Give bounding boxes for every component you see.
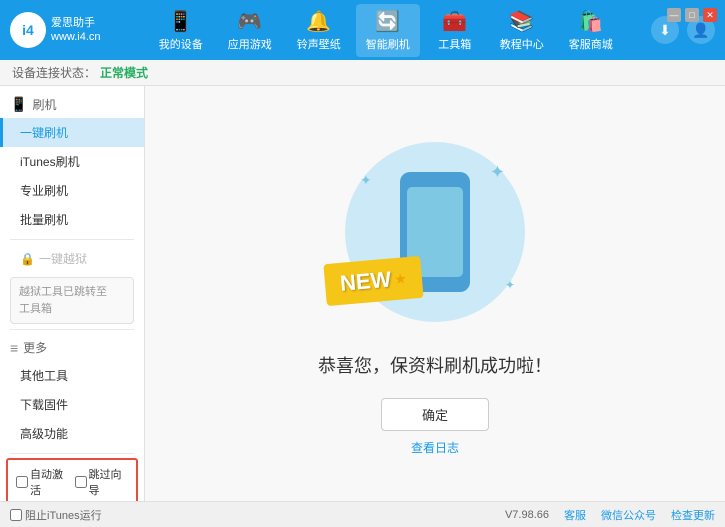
sidebar-divider-3: [10, 453, 134, 454]
lock-icon: 🔒: [20, 252, 35, 266]
check-update-link[interactable]: 检查更新: [671, 507, 715, 523]
sidebar-section-escape: 🔒 一键越狱 越狱工具已跳转至 工具箱: [0, 244, 144, 324]
nav-ringtone[interactable]: 🔔 铃声壁纸: [287, 4, 351, 57]
sidebar-item-itunes-flash[interactable]: iTunes刷机: [0, 147, 144, 176]
nav-service[interactable]: 🛍️ 客服商城: [559, 4, 623, 57]
sidebar: 📱 刷机 一键刷机 iTunes刷机 专业刷机 批量刷机 🔒 一键越狱: [0, 86, 145, 501]
nav-toolbox[interactable]: 🧰 工具箱: [425, 4, 485, 57]
star-left-icon: ✦: [360, 172, 372, 189]
star-right-icon: ✦: [490, 162, 505, 183]
log-link[interactable]: 查看日志: [411, 439, 459, 456]
app-header: i4 爱思助手 www.i4.cn 📱 我的设备 🎮 应用游戏 🔔 铃声壁纸 🔄…: [0, 0, 725, 60]
main-content: ✦ ✦ ✦ NEW ★ 恭喜您，保资料刷机成功啦！ 确定 查看日志: [145, 86, 725, 501]
success-message: 恭喜您，保资料刷机成功啦！: [318, 352, 552, 378]
sidebar-item-batch-flash[interactable]: 批量刷机: [0, 205, 144, 234]
app-logo: i4 爱思助手 www.i4.cn: [10, 12, 101, 48]
section-flash-icon: 📱: [10, 96, 27, 113]
ringtone-icon: 🔔: [306, 9, 331, 34]
device-panel: 自动激活 跳过向导 📱 iPhone 15 Pro Max 512GB iPho…: [6, 458, 138, 501]
auto-activate-checkbox[interactable]: [16, 476, 28, 488]
sub-header: 设备连接状态： 正常模式: [0, 60, 725, 86]
section-more-icon: ≡: [10, 340, 18, 356]
quick-guide-checkbox[interactable]: [75, 476, 87, 488]
flash-icon: 🔄: [375, 9, 400, 34]
wechat-link[interactable]: 微信公众号: [601, 507, 656, 523]
sidebar-section-more-header: ≡ 更多: [0, 334, 144, 361]
close-button[interactable]: ✕: [703, 8, 717, 22]
star-bottom-icon: ✦: [505, 278, 515, 292]
sidebar-section-flash: 📱 刷机 一键刷机 iTunes刷机 专业刷机 批量刷机: [0, 91, 144, 234]
sidebar-item-one-click-flash[interactable]: 一键刷机: [0, 118, 144, 147]
main-nav: 📱 我的设备 🎮 应用游戏 🔔 铃声壁纸 🔄 智能刷机 🧰 工具箱 📚 教程中心…: [121, 4, 651, 57]
nav-tutorial[interactable]: 📚 教程中心: [490, 4, 554, 57]
badge-star-icon: ★: [394, 269, 408, 287]
bottom-bar-right: V7.98.66 客服 微信公众号 检查更新: [505, 507, 715, 523]
logo-circle: i4: [10, 12, 46, 48]
sidebar-divider-2: [10, 329, 134, 330]
service-icon: 🛍️: [578, 9, 603, 34]
sidebar-item-advanced[interactable]: 高级功能: [0, 419, 144, 448]
nav-app-games[interactable]: 🎮 应用游戏: [218, 4, 282, 57]
logo-text: 爱思助手 www.i4.cn: [51, 16, 101, 45]
maximize-button[interactable]: □: [685, 8, 699, 22]
tutorial-icon: 📚: [509, 9, 534, 34]
auto-options: 自动激活 跳过向导: [16, 466, 128, 498]
sidebar-item-pro-flash[interactable]: 专业刷机: [0, 176, 144, 205]
phone-illustration: ✦ ✦ ✦ NEW ★: [335, 132, 535, 332]
sidebar-divider-1: [10, 239, 134, 240]
escape-disabled-notice: 越狱工具已跳转至 工具箱: [10, 277, 134, 324]
toolbox-icon: 🧰: [442, 9, 467, 34]
sidebar-item-other-tools[interactable]: 其他工具: [0, 361, 144, 390]
nav-smart-flash[interactable]: 🔄 智能刷机: [356, 4, 420, 57]
sidebar-section-flash-header: 📱 刷机: [0, 91, 144, 118]
device-icon: 📱: [168, 9, 193, 34]
itunes-label[interactable]: 阻止iTunes运行: [10, 507, 102, 523]
auto-activate-option[interactable]: 自动激活: [16, 466, 70, 498]
new-badge: NEW ★: [323, 255, 423, 305]
bottom-bar: 阻止iTunes运行 V7.98.66 客服 微信公众号 检查更新: [0, 501, 725, 527]
phone-bg-circle: ✦ ✦ ✦ NEW ★: [345, 142, 525, 322]
sidebar-section-more: ≡ 更多 其他工具 下载固件 高级功能: [0, 334, 144, 448]
bottom-bar-left: 阻止iTunes运行: [10, 507, 102, 523]
quick-guide-option[interactable]: 跳过向导: [75, 466, 129, 498]
nav-my-device[interactable]: 📱 我的设备: [149, 4, 213, 57]
service-link[interactable]: 客服: [564, 507, 586, 523]
sidebar-item-download-firmware[interactable]: 下载固件: [0, 390, 144, 419]
minimize-button[interactable]: —: [667, 8, 681, 22]
itunes-checkbox[interactable]: [10, 509, 22, 521]
sidebar-section-escape-header: 🔒 一键越狱: [0, 244, 144, 273]
games-icon: 🎮: [237, 9, 262, 34]
version-label: V7.98.66: [505, 509, 549, 521]
confirm-button[interactable]: 确定: [381, 398, 489, 431]
